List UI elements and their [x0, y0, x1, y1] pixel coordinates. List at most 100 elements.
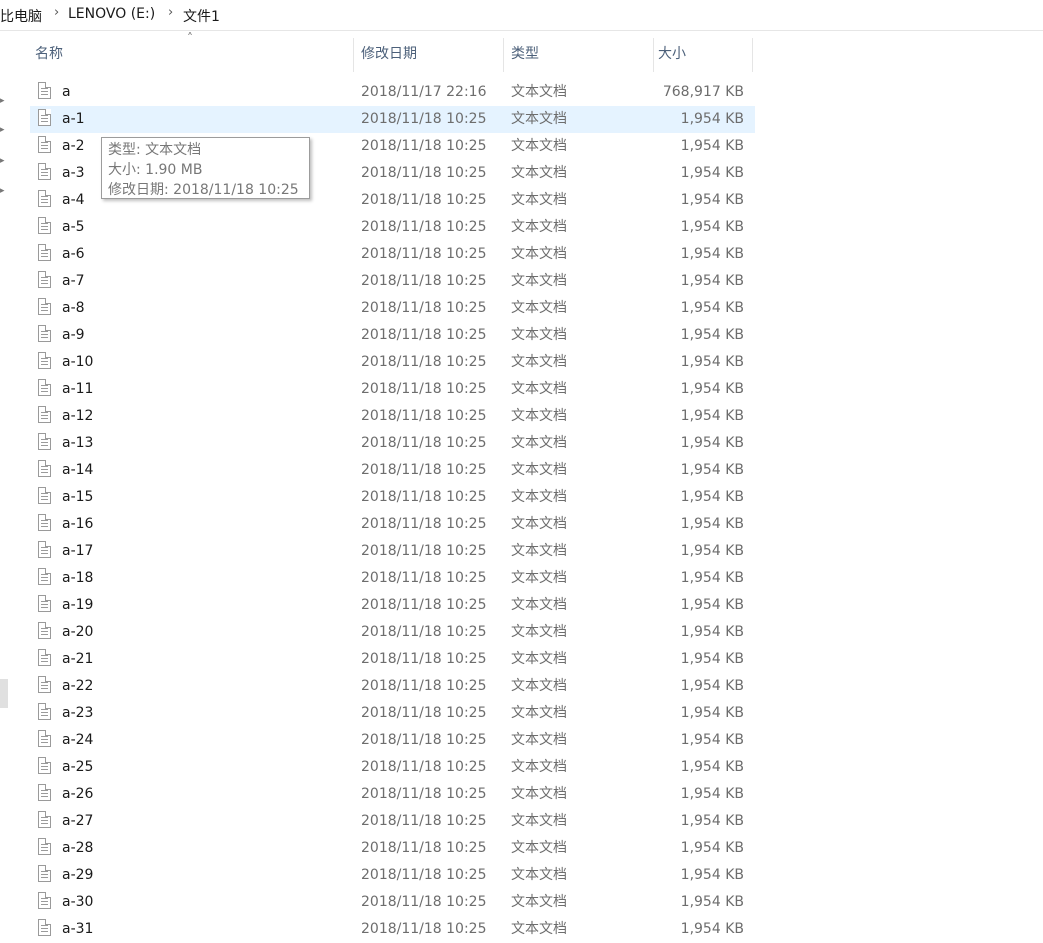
file-type: 文本文档: [511, 246, 567, 262]
file-name[interactable]: a-21: [62, 646, 93, 673]
file-row[interactable]: a-26 2018/11/18 10:25 文本文档 1,954 KB: [30, 781, 755, 808]
file-modified-date: 2018/11/18 10:25: [361, 273, 487, 289]
file-name[interactable]: a-8: [62, 295, 85, 322]
file-row[interactable]: a-13 2018/11/18 10:25 文本文档 1,954 KB: [30, 430, 755, 457]
file-name[interactable]: a-19: [62, 592, 93, 619]
file-row[interactable]: a-23 2018/11/18 10:25 文本文档 1,954 KB: [30, 700, 755, 727]
file-row[interactable]: a-1 2018/11/18 10:25 文本文档 1,954 KB: [30, 106, 755, 133]
file-row[interactable]: a-16 2018/11/18 10:25 文本文档 1,954 KB: [30, 511, 755, 538]
file-name[interactable]: a-27: [62, 808, 93, 835]
file-name[interactable]: a-26: [62, 781, 93, 808]
pin-icon[interactable]: ▸: [0, 186, 5, 196]
file-row[interactable]: a-31 2018/11/18 10:25 文本文档 1,954 KB: [30, 916, 755, 943]
file-row[interactable]: a-25 2018/11/18 10:25 文本文档 1,954 KB: [30, 754, 755, 781]
file-modified-date: 2018/11/18 10:25: [361, 678, 487, 694]
file-name[interactable]: a-30: [62, 889, 93, 916]
file-name[interactable]: a-18: [62, 565, 93, 592]
file-name[interactable]: a-20: [62, 619, 93, 646]
column-header-date[interactable]: 修改日期: [356, 38, 504, 72]
file-row[interactable]: a-18 2018/11/18 10:25 文本文档 1,954 KB: [30, 565, 755, 592]
file-row[interactable]: a-5 2018/11/18 10:25 文本文档 1,954 KB: [30, 214, 755, 241]
file-row[interactable]: a-15 2018/11/18 10:25 文本文档 1,954 KB: [30, 484, 755, 511]
file-row[interactable]: a-14 2018/11/18 10:25 文本文档 1,954 KB: [30, 457, 755, 484]
file-name[interactable]: a-14: [62, 457, 93, 484]
file-row[interactable]: a 2018/11/17 22:16 文本文档 768,917 KB: [30, 79, 755, 106]
file-row[interactable]: a-28 2018/11/18 10:25 文本文档 1,954 KB: [30, 835, 755, 862]
file-row[interactable]: a-11 2018/11/18 10:25 文本文档 1,954 KB: [30, 376, 755, 403]
text-file-icon: [38, 730, 51, 747]
text-file-icon: [38, 514, 51, 531]
column-header-size[interactable]: 大小: [653, 38, 752, 72]
column-header-row: ˄ 名称 修改日期 类型 大小: [30, 31, 755, 72]
file-name[interactable]: a-24: [62, 727, 93, 754]
file-name[interactable]: a-31: [62, 916, 93, 943]
column-header-name[interactable]: 名称: [30, 38, 353, 72]
file-type: 文本文档: [511, 759, 567, 775]
breadcrumb-item-folder[interactable]: 文件1: [183, 6, 220, 26]
column-header-type[interactable]: 类型: [506, 38, 654, 72]
file-name[interactable]: a-1: [62, 106, 85, 133]
column-divider[interactable]: [752, 38, 753, 72]
file-row[interactable]: a-9 2018/11/18 10:25 文本文档 1,954 KB: [30, 322, 755, 349]
nav-scrollbar-thumb[interactable]: [0, 679, 8, 708]
file-row[interactable]: a-10 2018/11/18 10:25 文本文档 1,954 KB: [30, 349, 755, 376]
file-name[interactable]: a-6: [62, 241, 85, 268]
file-row[interactable]: a-7 2018/11/18 10:25 文本文档 1,954 KB: [30, 268, 755, 295]
file-name[interactable]: a-23: [62, 700, 93, 727]
file-size: 1,954 KB: [680, 786, 744, 802]
file-size: 1,954 KB: [680, 516, 744, 532]
tooltip-date: 修改日期: 2018/11/18 10:25: [108, 182, 299, 198]
text-file-icon: [38, 703, 51, 720]
file-name[interactable]: a-3: [62, 160, 85, 187]
breadcrumb-item-drive[interactable]: LENOVO (E:): [68, 6, 155, 22]
file-modified-date: 2018/11/18 10:25: [361, 381, 487, 397]
file-name[interactable]: a-10: [62, 349, 93, 376]
file-name[interactable]: a-2: [62, 133, 85, 160]
pin-icon[interactable]: ▸: [0, 125, 5, 135]
breadcrumb: 比电脑 › LENOVO (E:) › 文件1: [0, 0, 1043, 31]
file-row[interactable]: a-21 2018/11/18 10:25 文本文档 1,954 KB: [30, 646, 755, 673]
text-file-icon: [38, 379, 51, 396]
text-file-icon: [38, 784, 51, 801]
file-row[interactable]: a-27 2018/11/18 10:25 文本文档 1,954 KB: [30, 808, 755, 835]
file-name[interactable]: a-16: [62, 511, 93, 538]
file-row[interactable]: a-22 2018/11/18 10:25 文本文档 1,954 KB: [30, 673, 755, 700]
text-file-icon: [38, 595, 51, 612]
column-divider[interactable]: [503, 38, 504, 72]
file-name[interactable]: a-15: [62, 484, 93, 511]
file-row[interactable]: a-24 2018/11/18 10:25 文本文档 1,954 KB: [30, 727, 755, 754]
file-name[interactable]: a-17: [62, 538, 93, 565]
file-name[interactable]: a-7: [62, 268, 85, 295]
file-name[interactable]: a-25: [62, 754, 93, 781]
file-row[interactable]: a-20 2018/11/18 10:25 文本文档 1,954 KB: [30, 619, 755, 646]
file-modified-date: 2018/11/18 10:25: [361, 867, 487, 883]
file-size: 1,954 KB: [680, 327, 744, 343]
file-name[interactable]: a-12: [62, 403, 93, 430]
breadcrumb-item-this-pc[interactable]: 比电脑: [0, 6, 42, 26]
pin-icon[interactable]: ▸: [0, 96, 5, 106]
file-name[interactable]: a-9: [62, 322, 85, 349]
file-row[interactable]: a-30 2018/11/18 10:25 文本文档 1,954 KB: [30, 889, 755, 916]
file-size: 1,954 KB: [680, 705, 744, 721]
file-size: 1,954 KB: [680, 543, 744, 559]
file-name[interactable]: a: [62, 79, 71, 106]
column-divider[interactable]: [353, 38, 354, 72]
text-file-icon: [38, 325, 51, 342]
chevron-right-icon[interactable]: ›: [168, 5, 173, 20]
file-row[interactable]: a-29 2018/11/18 10:25 文本文档 1,954 KB: [30, 862, 755, 889]
file-name[interactable]: a-22: [62, 673, 93, 700]
file-row[interactable]: a-17 2018/11/18 10:25 文本文档 1,954 KB: [30, 538, 755, 565]
pin-icon[interactable]: ▸: [0, 156, 5, 166]
file-name[interactable]: a-11: [62, 376, 93, 403]
file-row[interactable]: a-8 2018/11/18 10:25 文本文档 1,954 KB: [30, 295, 755, 322]
file-modified-date: 2018/11/18 10:25: [361, 300, 487, 316]
file-row[interactable]: a-12 2018/11/18 10:25 文本文档 1,954 KB: [30, 403, 755, 430]
chevron-right-icon[interactable]: ›: [54, 5, 59, 20]
file-name[interactable]: a-5: [62, 214, 85, 241]
file-row[interactable]: a-6 2018/11/18 10:25 文本文档 1,954 KB: [30, 241, 755, 268]
file-name[interactable]: a-28: [62, 835, 93, 862]
file-name[interactable]: a-13: [62, 430, 93, 457]
file-row[interactable]: a-19 2018/11/18 10:25 文本文档 1,954 KB: [30, 592, 755, 619]
file-name[interactable]: a-4: [62, 187, 85, 214]
file-name[interactable]: a-29: [62, 862, 93, 889]
